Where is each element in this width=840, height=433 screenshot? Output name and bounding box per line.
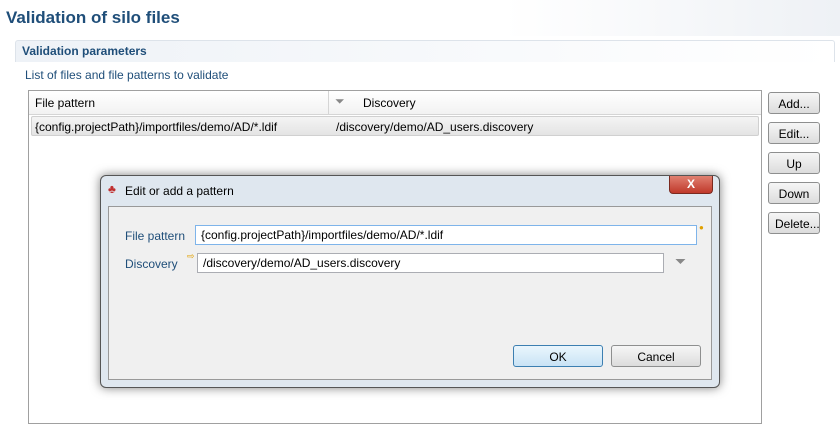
add-button[interactable]: Add...	[768, 92, 820, 114]
file-pattern-label: File pattern	[125, 229, 186, 243]
down-button[interactable]: Down	[768, 182, 820, 204]
row-discovery: /discovery/demo/AD_users.discovery	[336, 120, 534, 134]
delete-button[interactable]: Delete...	[768, 212, 820, 234]
ok-button[interactable]: OK	[513, 345, 603, 367]
discovery-input[interactable]	[197, 253, 664, 273]
row-pattern: {config.projectPath}/importfiles/demo/AD…	[35, 120, 278, 134]
close-button[interactable]: X	[669, 176, 713, 194]
filter-icon[interactable]: ⏷	[675, 253, 686, 270]
file-pattern-input[interactable]	[195, 225, 697, 245]
dialog-body: File pattern ● Discovery ⇨ ⏷ OK Cancel	[108, 206, 712, 380]
page-title: Validation of silo files	[0, 0, 840, 36]
column-header-discovery-label: Discovery	[363, 96, 416, 110]
up-button[interactable]: Up	[768, 152, 820, 174]
list-label: List of files and file patterns to valid…	[25, 68, 229, 82]
column-header-file-pattern[interactable]: File pattern	[29, 91, 329, 115]
discovery-label: Discovery	[125, 257, 178, 271]
edit-button[interactable]: Edit...	[768, 122, 820, 144]
cancel-button[interactable]: Cancel	[611, 345, 701, 367]
app-icon: ♣	[108, 182, 116, 196]
table-row[interactable]: {config.projectPath}/importfiles/demo/AD…	[31, 116, 759, 136]
section-header[interactable]: Validation parameters	[15, 40, 835, 62]
hint-bulb-icon: ●	[699, 223, 704, 232]
edit-pattern-dialog: ♣ Edit or add a pattern X File pattern ●…	[100, 175, 720, 388]
filter-icon: ⏷	[335, 94, 345, 108]
required-indicator-icon: ⇨	[187, 251, 195, 261]
dialog-title: Edit or add a pattern	[125, 184, 234, 198]
column-header-discovery[interactable]: ⏷ Discovery	[329, 91, 761, 115]
